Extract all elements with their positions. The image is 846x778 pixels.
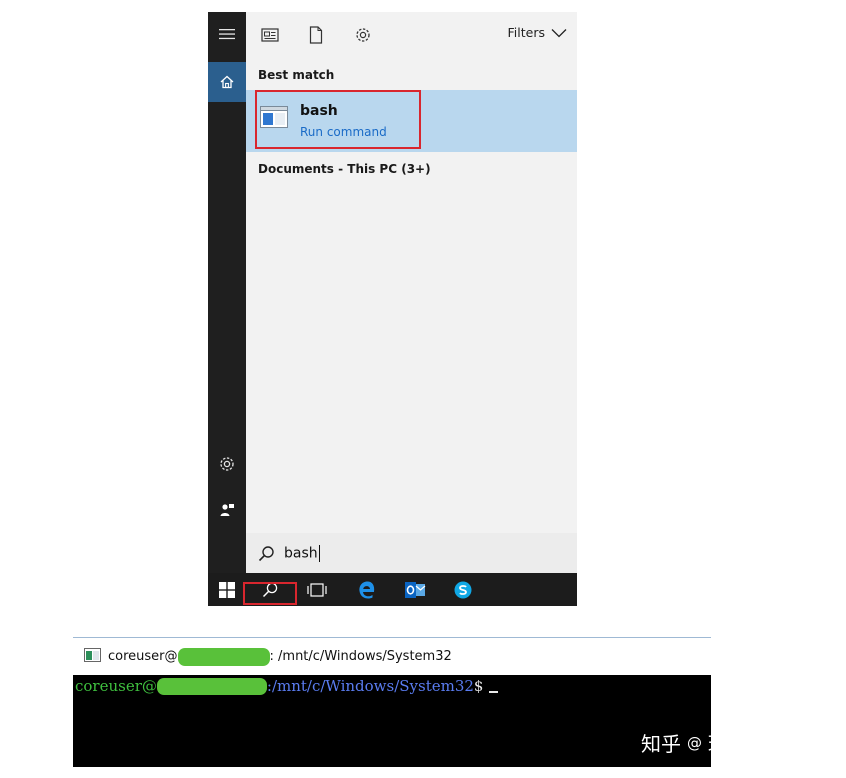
news-icon[interactable] <box>259 24 281 46</box>
start-left-rail <box>208 12 246 573</box>
task-view-icon[interactable] <box>298 573 336 606</box>
redacted-hostname <box>156 677 267 695</box>
terminal-window: coreuser@ : /mnt/c/Windows/System32 coreu… <box>73 637 711 767</box>
start-menu: Filters Best match bash Run command Docu… <box>208 12 577 606</box>
terminal-body[interactable]: coreuser@ :/mnt/c/Windows/System32 $ <box>73 675 711 767</box>
taskbar-search-highlight-box <box>243 582 297 605</box>
text-caret <box>318 544 320 562</box>
settings-gear-icon[interactable] <box>208 444 246 484</box>
start-toolbar: Filters <box>246 12 577 57</box>
best-match-highlight-box <box>255 90 421 149</box>
watermark-author: 琉璃康康 <box>708 732 788 756</box>
watermark: 知乎 @ 琉璃康康 <box>641 728 788 757</box>
outlook-icon[interactable] <box>396 573 434 606</box>
taskbar <box>208 573 577 606</box>
start-content-pane: Filters Best match bash Run command Docu… <box>246 12 577 573</box>
windows-start-icon[interactable] <box>208 573 246 606</box>
prompt-symbol: $ <box>473 677 484 695</box>
search-bar[interactable]: bash <box>246 533 577 573</box>
filters-label: Filters <box>507 25 545 40</box>
watermark-site: 知乎 <box>641 732 681 756</box>
search-input[interactable]: bash <box>284 544 320 562</box>
terminal-title: coreuser@ : /mnt/c/Windows/System32 <box>108 647 452 666</box>
terminal-title-bar[interactable]: coreuser@ : /mnt/c/Windows/System32 <box>73 638 711 675</box>
prompt-path: :/mnt/c/Windows/System32 <box>266 677 474 695</box>
redacted-hostname <box>177 647 270 666</box>
watermark-separator: @ <box>687 733 702 752</box>
title-user: coreuser@ <box>108 649 178 664</box>
search-input-value: bash <box>284 545 318 561</box>
title-path: : /mnt/c/Windows/System32 <box>269 649 452 664</box>
home-icon[interactable] <box>208 62 246 102</box>
chevron-down-icon <box>551 28 567 37</box>
shell-prompt: coreuser@ :/mnt/c/Windows/System32 $ <box>75 677 499 695</box>
best-match-result[interactable]: bash Run command <box>246 90 577 152</box>
document-icon[interactable] <box>305 24 327 46</box>
terminal-app-icon <box>84 647 101 666</box>
feedback-icon[interactable] <box>208 490 246 530</box>
filters-dropdown[interactable]: Filters <box>508 25 567 40</box>
best-match-header: Best match <box>258 68 335 82</box>
terminal-cursor <box>489 691 499 693</box>
prompt-user: coreuser@ <box>75 677 157 695</box>
settings-gear-icon[interactable] <box>352 24 374 46</box>
search-icon <box>258 545 278 562</box>
skype-icon[interactable] <box>444 573 482 606</box>
documents-header[interactable]: Documents - This PC (3+) <box>258 162 431 176</box>
edge-icon[interactable] <box>348 573 386 606</box>
hamburger-menu-icon[interactable] <box>208 14 246 54</box>
